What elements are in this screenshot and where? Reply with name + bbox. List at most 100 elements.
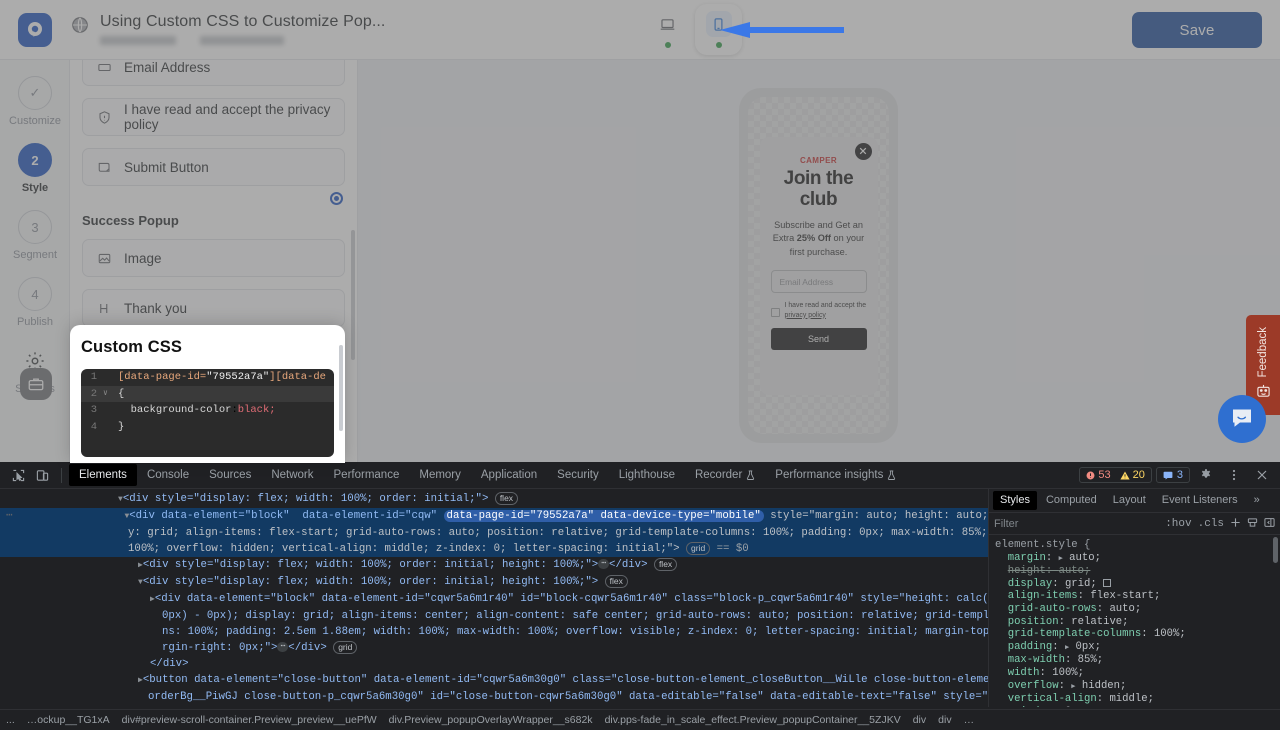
styles-filter-input[interactable]: Filter: [994, 518, 1159, 530]
chat-bubble-button[interactable]: [1218, 395, 1266, 443]
toggle-sidebar-icon[interactable]: [1264, 517, 1275, 531]
styles-scrollbar[interactable]: [1273, 537, 1278, 563]
element-row-submit-button[interactable]: Submit Button: [82, 148, 345, 186]
panel-scrollbar[interactable]: [351, 230, 355, 360]
radio-selected-icon: [330, 192, 343, 205]
checkbox-icon[interactable]: [770, 308, 780, 317]
privacy-policy-link[interactable]: privacy policy: [785, 312, 826, 319]
expand-triangle-icon[interactable]: ▶: [1065, 644, 1069, 652]
breadcrumb-item[interactable]: div: [913, 714, 926, 726]
hov-toggle[interactable]: :hov: [1165, 518, 1191, 530]
breadcrumb-item[interactable]: ...: [6, 714, 15, 726]
dom-node[interactable]: ▶<div style="display: flex; width: 100%;…: [0, 557, 988, 574]
element-row-privacy-policy[interactable]: I have read and accept the privacy polic…: [82, 98, 345, 136]
declaration[interactable]: align-items: flex-start;: [995, 590, 1280, 603]
consent-checkbox-row[interactable]: I have read and accept the privacy polic…: [770, 301, 867, 320]
devtools-tab-application[interactable]: Application: [471, 464, 547, 486]
declaration[interactable]: z-index: 0;: [995, 706, 1280, 707]
declaration[interactable]: position: relative;: [995, 616, 1280, 629]
devtools-tab-performance-insights[interactable]: Performance insights: [765, 464, 906, 486]
declaration[interactable]: max-width: 85%;: [995, 654, 1280, 667]
dom-tree[interactable]: ▼<div style="display: flex; width: 100%;…: [0, 489, 988, 707]
styles-tab-computed[interactable]: Computed: [1039, 491, 1104, 510]
sidebar-step-style[interactable]: 2 Style: [0, 143, 70, 194]
breadcrumb-item[interactable]: div#preview-scroll-container.Preview_pre…: [122, 714, 377, 726]
declaration[interactable]: margin: ▶ auto;: [995, 552, 1280, 566]
custom-css-scrollbar[interactable]: [339, 345, 343, 431]
dom-node-close-button[interactable]: ▶<button data-element="close-button" dat…: [0, 672, 988, 689]
close-icon[interactable]: [1250, 464, 1274, 486]
error-counter[interactable]: 53: [1086, 469, 1111, 481]
device-desktop-button[interactable]: [644, 4, 691, 55]
declaration-value: grid: [1064, 577, 1091, 590]
dom-node-selected[interactable]: ⋯ ▼<div data-element="block" data-element…: [0, 508, 988, 525]
sidebar-step-customize[interactable]: ✓ Customize: [0, 76, 70, 127]
expand-triangle-icon[interactable]: ▶: [1071, 683, 1075, 691]
breadcrumb-item[interactable]: …: [964, 714, 975, 726]
declaration[interactable]: vertical-align: middle;: [995, 693, 1280, 706]
declaration[interactable]: overflow: ▶ hidden;: [995, 680, 1280, 694]
cls-toggle[interactable]: .cls: [1198, 518, 1224, 530]
close-x-icon[interactable]: [854, 142, 872, 160]
element-row-thank-you[interactable]: Thank you: [82, 289, 345, 327]
custom-css-editor[interactable]: 1 [data-page-id="79552a7a"][data-de 2 ∨ …: [81, 369, 334, 457]
styles-tab-layout[interactable]: Layout: [1106, 491, 1153, 510]
custom-css-title: Custom CSS: [81, 338, 182, 356]
message-counter[interactable]: 3: [1155, 467, 1190, 483]
flex-badge[interactable]: flex: [653, 557, 678, 571]
dom-node[interactable]: ▼<div style="display: flex; width: 100%;…: [0, 491, 988, 508]
devtools-tab-sources[interactable]: Sources: [199, 464, 261, 486]
devtools-tab-network[interactable]: Network: [261, 464, 323, 486]
element-row-image[interactable]: Image: [82, 239, 345, 277]
grid-badge[interactable]: grid: [333, 640, 358, 654]
collapsed-children-icon[interactable]: ⋯: [277, 642, 289, 653]
styles-tab-event-listeners[interactable]: Event Listeners: [1155, 491, 1245, 510]
collapsed-children-icon[interactable]: ⋯: [598, 559, 610, 570]
expand-triangle-icon[interactable]: ▶: [1059, 555, 1063, 563]
devtools-tab-recorder[interactable]: Recorder: [685, 464, 765, 486]
breadcrumb-item[interactable]: div: [938, 714, 951, 726]
element-row-email-address[interactable]: Email Address: [82, 60, 345, 86]
warning-counter[interactable]: 20: [1120, 469, 1145, 481]
grid-badge[interactable]: grid: [686, 541, 711, 555]
breadcrumb-item[interactable]: …ockup__TG1xA: [27, 714, 110, 726]
breadcrumb-item[interactable]: div.Preview_popupOverlayWrapper__s682k: [389, 714, 593, 726]
success-popup-radio[interactable]: [70, 192, 357, 205]
rule-selector[interactable]: element.style {: [995, 539, 1280, 552]
save-button[interactable]: Save: [1132, 12, 1262, 48]
kebab-menu-icon[interactable]: [1222, 464, 1246, 486]
breadcrumb-item[interactable]: div.pps-fade_in_scale_effect.Preview_pop…: [605, 714, 901, 726]
devtools-tab-console[interactable]: Console: [137, 464, 199, 486]
declaration[interactable]: width: 100%;: [995, 667, 1280, 680]
sidebar-step-segment[interactable]: 3 Segment: [0, 210, 70, 261]
issue-counters[interactable]: 53 20: [1079, 467, 1152, 483]
chevrons-right-icon[interactable]: »: [1247, 491, 1267, 510]
devtools-tab-elements[interactable]: Elements: [69, 464, 137, 486]
declaration[interactable]: display: grid;: [995, 578, 1280, 591]
flex-badge[interactable]: flex: [494, 491, 519, 505]
copy-styles-icon[interactable]: [1247, 517, 1258, 531]
flex-badge[interactable]: flex: [604, 574, 628, 588]
devtools-tab-security[interactable]: Security: [547, 464, 609, 486]
devtools-tab-lighthouse[interactable]: Lighthouse: [609, 464, 685, 486]
devtools-tab-memory[interactable]: Memory: [409, 464, 471, 486]
inspect-element-icon[interactable]: [6, 464, 30, 486]
grid-chip-icon[interactable]: [1103, 578, 1112, 587]
device-toolbar-icon[interactable]: [30, 464, 54, 486]
styles-tab-styles[interactable]: Styles: [993, 491, 1037, 510]
app-logo[interactable]: [0, 0, 70, 60]
declaration[interactable]: height: auto;: [995, 565, 1280, 578]
declaration[interactable]: grid-auto-rows: auto;: [995, 603, 1280, 616]
dom-node[interactable]: ▶<div data-element="block" data-element-…: [0, 591, 988, 608]
declaration[interactable]: grid-template-columns: 100%;: [995, 628, 1280, 641]
fold-toggle[interactable]: ∨: [103, 386, 112, 403]
send-button-preview[interactable]: Send: [770, 328, 867, 350]
email-input-preview[interactable]: Email Address: [770, 270, 867, 293]
plus-icon[interactable]: [1230, 517, 1241, 531]
devtools-tab-performance[interactable]: Performance: [324, 464, 410, 486]
briefcase-icon[interactable]: [20, 368, 52, 400]
sidebar-step-publish[interactable]: 4 Publish: [0, 277, 70, 328]
gear-icon[interactable]: [1194, 464, 1218, 486]
dom-node[interactable]: ▼<div style="display: flex; width: 100%;…: [0, 574, 988, 591]
declaration[interactable]: padding: ▶ 0px;: [995, 641, 1280, 655]
